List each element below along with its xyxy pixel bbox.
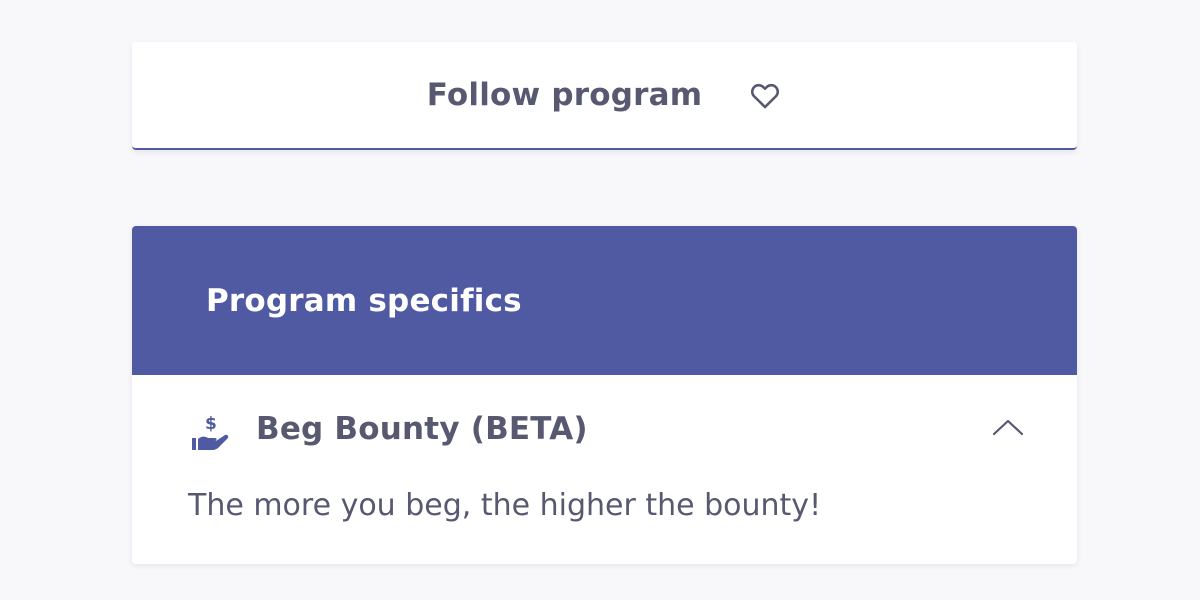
follow-program-button[interactable]: Follow program bbox=[132, 42, 1077, 150]
follow-program-label: Follow program bbox=[426, 77, 703, 113]
program-specifics-header: Program specifics bbox=[132, 226, 1077, 375]
beg-bounty-description: The more you beg, the higher the bounty! bbox=[188, 488, 822, 523]
program-specifics-card: Program specifics $ Beg Bounty (BETA) Th… bbox=[132, 226, 1077, 564]
heart-icon[interactable] bbox=[748, 78, 782, 112]
hand-dollar-icon: $ bbox=[190, 412, 232, 452]
chevron-up-icon[interactable] bbox=[990, 415, 1026, 439]
beg-bounty-title: Beg Bounty (BETA) bbox=[256, 411, 588, 447]
beg-bounty-row[interactable]: $ Beg Bounty (BETA) bbox=[132, 375, 1077, 491]
program-specifics-title: Program specifics bbox=[206, 282, 522, 319]
svg-text:$: $ bbox=[205, 414, 217, 434]
